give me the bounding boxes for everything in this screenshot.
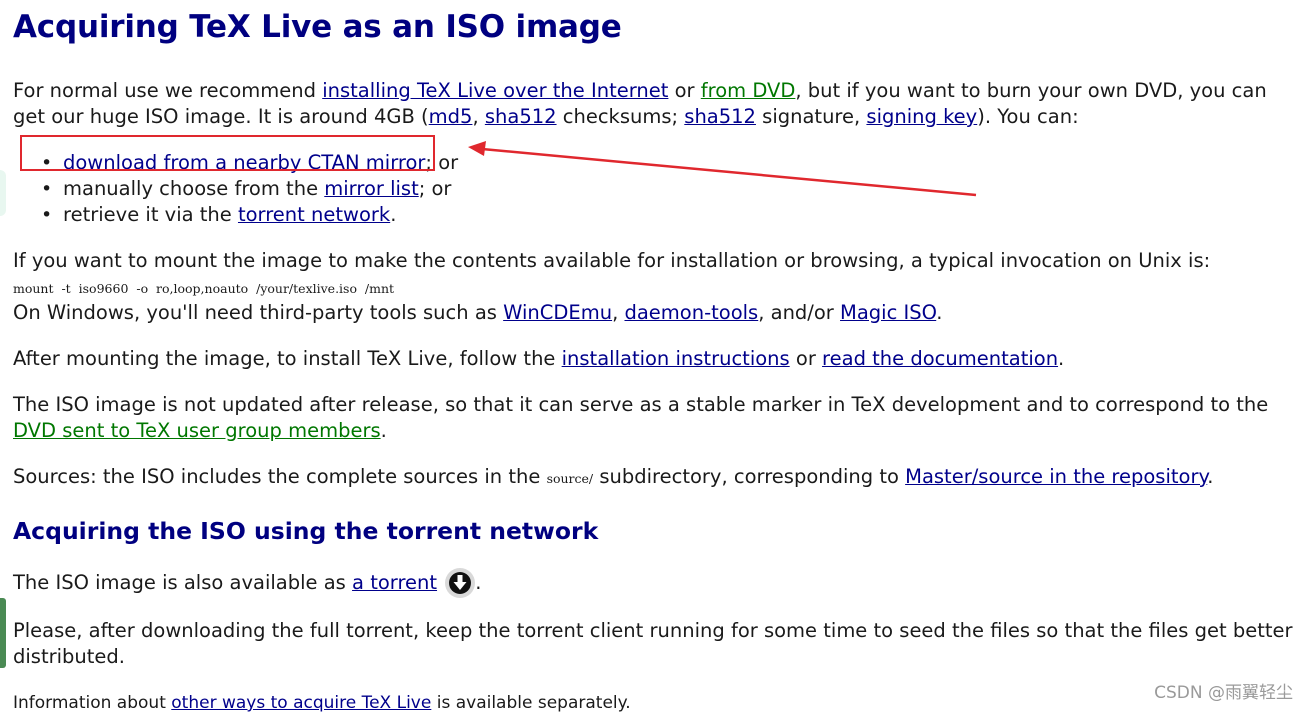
annotation-arrow	[468, 141, 977, 197]
csdn-watermark: CSDN @雨翼轻尘	[1154, 683, 1293, 703]
